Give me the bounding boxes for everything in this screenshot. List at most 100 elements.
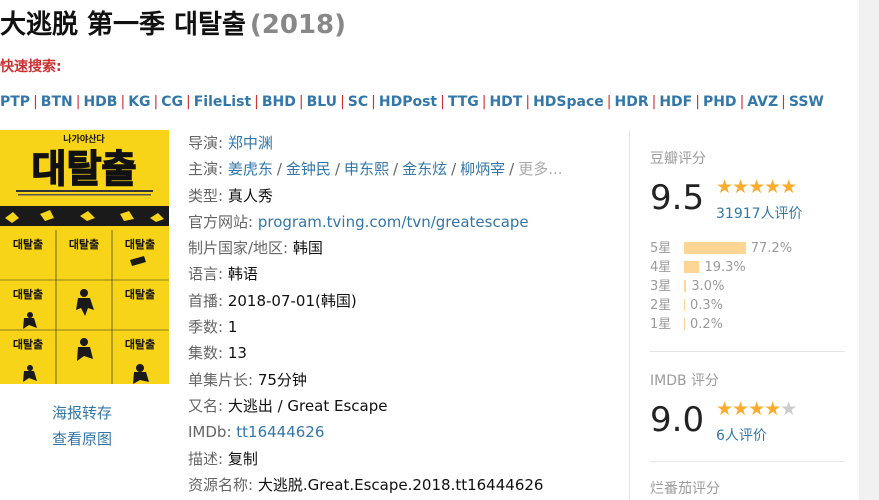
seasons-value: 1 — [227, 318, 238, 337]
imdb-rating: IMDB 评分 9.0 ★★★★★ 6人评价 — [650, 370, 850, 444]
info-panel: 导演: 郑中渊 主演: 姜虎东 / 金钟民 / 申东熙 / 金东炫 / 柳炳宰 / 更多... 类型… — [188, 130, 608, 498]
separator: | — [606, 94, 612, 110]
rating-dist-label: 4星 — [650, 260, 672, 275]
country-row: 制片国家/地区: 韩国 — [188, 239, 323, 258]
save-poster-link[interactable]: 海报转存 — [52, 400, 112, 426]
quick-search-link-ttg[interactable]: TTG — [448, 94, 479, 110]
separator: | — [298, 94, 304, 110]
quick-search-label: 快速搜索: — [0, 59, 62, 75]
quick-search-link-cg[interactable]: CG — [161, 94, 183, 110]
poster-actions: 海报转存 查看原图 — [52, 400, 112, 452]
rating-dist-label: 2星 — [650, 298, 672, 313]
separator: | — [739, 94, 745, 110]
star-icon: ★ — [780, 176, 797, 198]
rating-dist-row: 3星 3.0% — [650, 277, 850, 296]
resource-value: 大逃脱.Great.Escape.2018.tt16444626 — [257, 475, 544, 494]
svg-text:대탈출: 대탈출 — [13, 287, 43, 301]
genre-row: 类型: 真人秀 — [188, 186, 273, 205]
separator: | — [120, 94, 126, 110]
cast-label: 主演: — [188, 160, 224, 179]
quick-search-link-blu[interactable]: BLU — [307, 94, 337, 110]
douban-votes-link[interactable]: 31917人评价 — [716, 203, 803, 223]
quick-search-link-hdpost[interactable]: HDPost — [379, 94, 437, 110]
quick-search-link-ptp[interactable]: PTP — [0, 94, 30, 110]
aka-row: 又名: 大逃出 / Great Escape — [188, 396, 388, 415]
cast-link[interactable]: 申东熙 — [344, 160, 389, 178]
website-row: 官方网站: program.tving.com/tvn/greatescape — [188, 212, 529, 231]
episodes-row: 集数: 13 — [188, 344, 247, 363]
separator: | — [651, 94, 657, 110]
rating-dist-pct: 19.3% — [704, 260, 746, 275]
seasons-row: 季数: 1 — [188, 318, 238, 337]
cast-link[interactable]: 柳炳宰 — [460, 160, 505, 178]
imdb-rating-head: IMDB 评分 — [650, 373, 720, 389]
separator: | — [33, 94, 38, 110]
quick-search-link-ssw[interactable]: SSW — [789, 94, 824, 110]
star-icon: ★ — [732, 176, 749, 198]
quick-search-link-filelist[interactable]: FileList — [194, 94, 251, 110]
separator: | — [340, 94, 345, 110]
copy-button[interactable]: 复制 — [228, 450, 258, 468]
title-main: 大逃脱 第一季 대탈출 — [0, 10, 246, 40]
poster-image[interactable]: 나가야산다 대탈출 대탈출 대탈출 대탈출 대탈출 대탈출 대탈출 대탈출 — [0, 130, 169, 384]
rating-dist-label: 3星 — [650, 279, 672, 294]
svg-text:대탈출: 대탈출 — [125, 237, 155, 251]
website-link[interactable]: program.tving.com/tvn/greatescape — [258, 213, 529, 231]
separator: | — [153, 94, 159, 110]
douban-score: 9.5 — [650, 178, 705, 218]
quick-search-link-avz[interactable]: AVZ — [747, 94, 778, 110]
quick-search-link-hdt[interactable]: HDT — [489, 94, 522, 110]
svg-text:대탈출: 대탈출 — [13, 337, 43, 351]
cast-row: 主演: 姜虎东 / 金钟民 / 申东熙 / 金东炫 / 柳炳宰 / 更多... — [188, 160, 563, 179]
cast-link[interactable]: 姜虎东 — [228, 160, 273, 178]
douban-rating: 豆瓣评分 9.5 ★★★★★ 31917人评价 — [650, 148, 850, 222]
svg-text:대탈출: 대탈출 — [125, 337, 155, 351]
divider — [650, 351, 845, 352]
cast-link[interactable]: 金钟民 — [286, 160, 331, 178]
separator: | — [75, 94, 81, 110]
quick-search-link-hdr[interactable]: HDR — [614, 94, 648, 110]
title-year: (2018) — [249, 10, 347, 40]
imdb-votes-link[interactable]: 6人评价 — [716, 425, 767, 445]
rating-dist-row: 1星 0.2% — [650, 315, 850, 334]
star-icon: ★ — [748, 176, 765, 198]
rating-dist-label: 5星 — [650, 241, 672, 256]
quick-search-link-hdf[interactable]: HDF — [659, 94, 692, 110]
quick-search-link-hdspace[interactable]: HDSpace — [533, 94, 604, 110]
quick-search-link-hdb[interactable]: HDB — [83, 94, 117, 110]
rating-dist-bar — [684, 318, 685, 330]
rating-dist-bar — [684, 261, 700, 273]
quick-search-link-kg[interactable]: KG — [128, 94, 150, 110]
imdb-score: 9.0 — [650, 400, 705, 440]
director-label: 导演: — [188, 134, 224, 152]
star-icon: ★ — [780, 398, 797, 420]
cast-more-link[interactable]: 更多... — [518, 160, 562, 178]
cast-link[interactable]: 金东炫 — [402, 160, 447, 178]
rating-dist-pct: 3.0% — [691, 279, 725, 294]
premiere-value: 2018-07-01(韩国) — [227, 291, 357, 310]
separator: | — [481, 94, 487, 110]
quick-search-link-bhd[interactable]: BHD — [262, 94, 296, 110]
rating-dist-pct: 77.2% — [750, 241, 793, 256]
scrollbar[interactable] — [859, 0, 879, 500]
star-icon: ★ — [764, 398, 781, 420]
rating-dist-pct: 0.3% — [690, 298, 724, 313]
quick-search-bar: 快速搜索: PTP | BTN | HDB | KG | CG | FileList | BHD | BLU… — [0, 50, 860, 120]
language-row: 语言: 韩语 — [188, 265, 258, 284]
quick-search-links: PTP | BTN | HDB | KG | CG | FileList | BHD | BLU | SC | HD… — [0, 94, 824, 110]
star-icon: ★ — [732, 398, 749, 420]
runtime-value: 75分钟 — [257, 370, 307, 389]
divider — [650, 461, 845, 462]
quick-search-link-sc[interactable]: SC — [348, 94, 368, 110]
separator: | — [781, 94, 786, 110]
imdb-row: IMDb: tt16444626 — [188, 423, 325, 442]
poster-top-text: 나가야산다 — [63, 133, 105, 145]
rating-dist-row: 4星 19.3% — [650, 258, 850, 277]
resource-row: 资源名称: 大逃脱.Great.Escape.2018.tt16444626 — [188, 475, 544, 494]
quick-search-link-btn[interactable]: BTN — [41, 94, 73, 110]
imdb-link[interactable]: tt16444626 — [236, 423, 324, 441]
rotten-rating-head: 烂番茄评分 — [650, 481, 720, 497]
quick-search-link-phd[interactable]: PHD — [703, 94, 737, 110]
director-link[interactable]: 郑中渊 — [228, 134, 273, 152]
view-original-link[interactable]: 查看原图 — [52, 426, 112, 452]
